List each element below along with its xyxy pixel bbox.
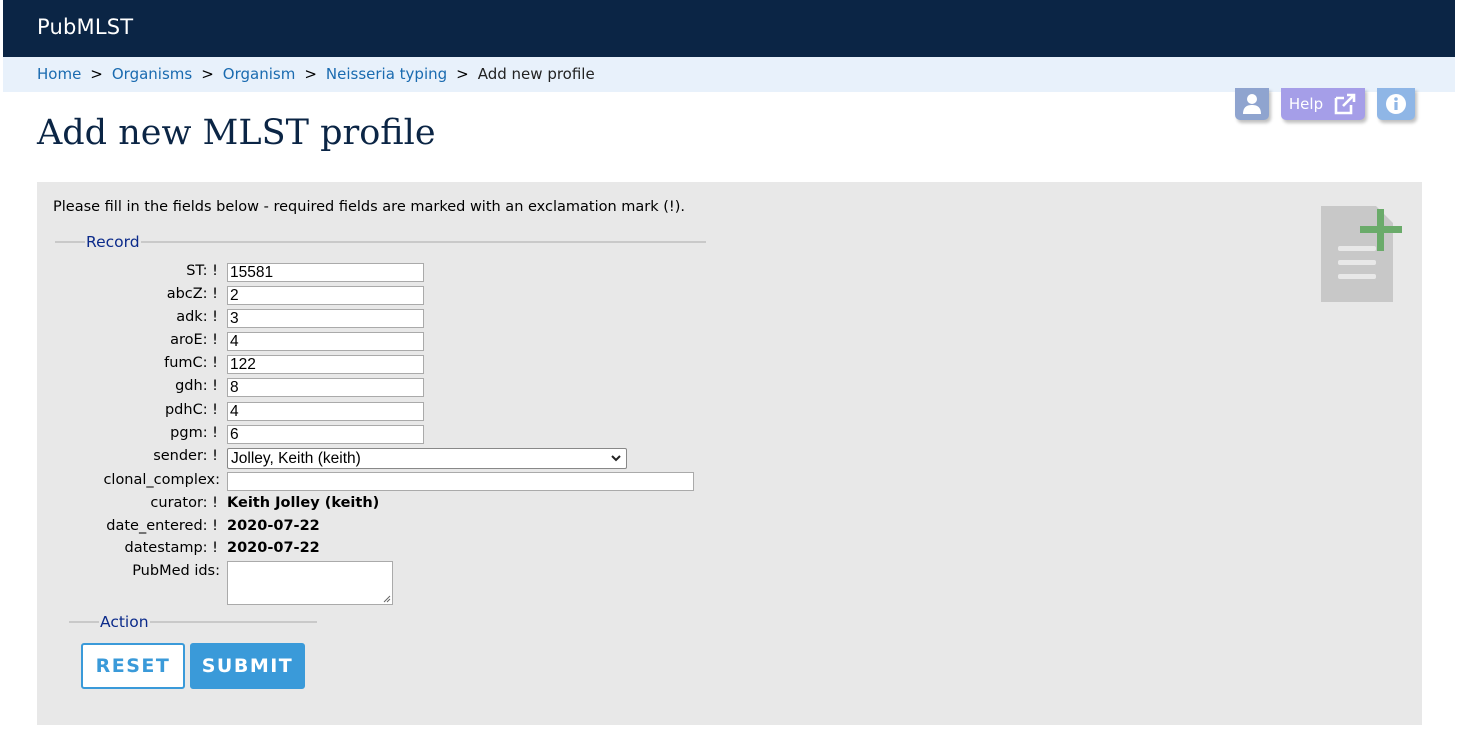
breadcrumb-separator: > — [304, 65, 317, 83]
fumc-input[interactable] — [227, 355, 424, 374]
clonal-complex-label: clonal_complex: — [103, 472, 220, 488]
pubmed-textarea[interactable] — [227, 561, 393, 605]
fumc-label: fumC: ! — [164, 355, 218, 371]
pgm-input[interactable] — [227, 425, 424, 444]
adk-input[interactable] — [227, 309, 424, 328]
breadcrumb-separator: > — [201, 65, 214, 83]
sender-selected: Jolley, Keith (keith) — [231, 449, 361, 467]
pdhc-input[interactable] — [227, 402, 424, 421]
date-entered-value: 2020-07-22 — [227, 518, 320, 534]
st-label: ST: ! — [186, 263, 218, 279]
sender-label: sender: ! — [153, 448, 218, 464]
site-header: PubMLST — [3, 0, 1455, 57]
breadcrumb-current: Add new profile — [477, 65, 595, 83]
pubmed-label: PubMed ids: — [132, 563, 220, 579]
breadcrumb-neisseria-typing[interactable]: Neisseria typing — [326, 65, 447, 83]
record-fieldset: Record — [55, 233, 706, 251]
datestamp-value: 2020-07-22 — [227, 540, 320, 556]
user-icon — [1243, 94, 1261, 114]
external-link-icon — [1334, 93, 1356, 115]
adk-label: adk: ! — [176, 309, 218, 325]
action-fieldset: Action — [69, 613, 317, 631]
submit-button[interactable]: SUBMIT — [190, 643, 305, 689]
user-button[interactable] — [1235, 88, 1269, 120]
curator-label: curator: ! — [150, 495, 218, 511]
breadcrumb-home[interactable]: Home — [37, 65, 81, 83]
info-icon — [1386, 94, 1406, 114]
breadcrumb: Home > Organisms > Organism > Neisseria typing… — [3, 57, 1455, 92]
breadcrumb-separator: > — [456, 65, 469, 83]
info-button[interactable] — [1377, 88, 1415, 120]
form-panel: Please fill in the fields below - requir… — [37, 182, 1422, 725]
datestamp-label: datestamp: ! — [124, 540, 218, 556]
pgm-label: pgm: ! — [170, 425, 218, 441]
breadcrumb-organism[interactable]: Organism — [223, 65, 296, 83]
page-title: Add new MLST profile — [37, 113, 436, 153]
abcz-input[interactable] — [227, 286, 424, 305]
gdh-label: gdh: ! — [175, 378, 218, 394]
pdhc-label: pdhC: ! — [164, 402, 218, 418]
resize-grip-icon[interactable] — [383, 595, 391, 603]
clonal-complex-input[interactable] — [227, 472, 694, 491]
abcz-label: abcZ: ! — [166, 286, 218, 302]
form-intro: Please fill in the fields below - requir… — [53, 199, 685, 215]
help-button[interactable]: Help — [1281, 88, 1365, 120]
add-document-icon — [1321, 206, 1405, 308]
curator-value: Keith Jolley (keith) — [227, 495, 380, 511]
reset-button[interactable]: RESET — [81, 643, 185, 689]
breadcrumb-organisms[interactable]: Organisms — [112, 65, 192, 83]
sender-select[interactable]: Jolley, Keith (keith) — [227, 448, 627, 469]
record-legend: Record — [86, 233, 140, 251]
date-entered-label: date_entered: ! — [106, 518, 218, 534]
action-legend: Action — [100, 613, 149, 631]
help-label: Help — [1288, 95, 1324, 113]
aroe-input[interactable] — [227, 332, 424, 351]
aroe-label: aroE: ! — [170, 332, 218, 348]
breadcrumb-separator: > — [90, 65, 103, 83]
chevron-down-icon — [611, 455, 621, 462]
gdh-input[interactable] — [227, 378, 424, 397]
site-brand[interactable]: PubMLST — [37, 15, 133, 39]
st-input[interactable] — [227, 263, 424, 282]
